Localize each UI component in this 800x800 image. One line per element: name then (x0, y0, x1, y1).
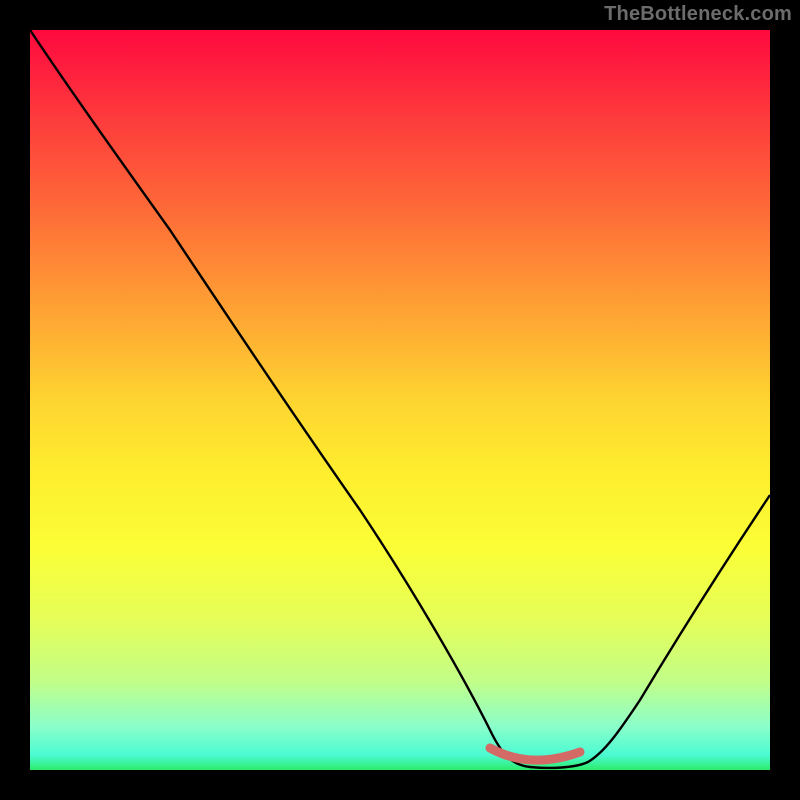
bottleneck-curve (30, 30, 770, 768)
curve-layer (30, 30, 770, 770)
sweet-spot-marker (490, 748, 580, 760)
plot-area (30, 30, 770, 770)
chart-frame: TheBottleneck.com (0, 0, 800, 800)
watermark-text: TheBottleneck.com (604, 3, 792, 26)
